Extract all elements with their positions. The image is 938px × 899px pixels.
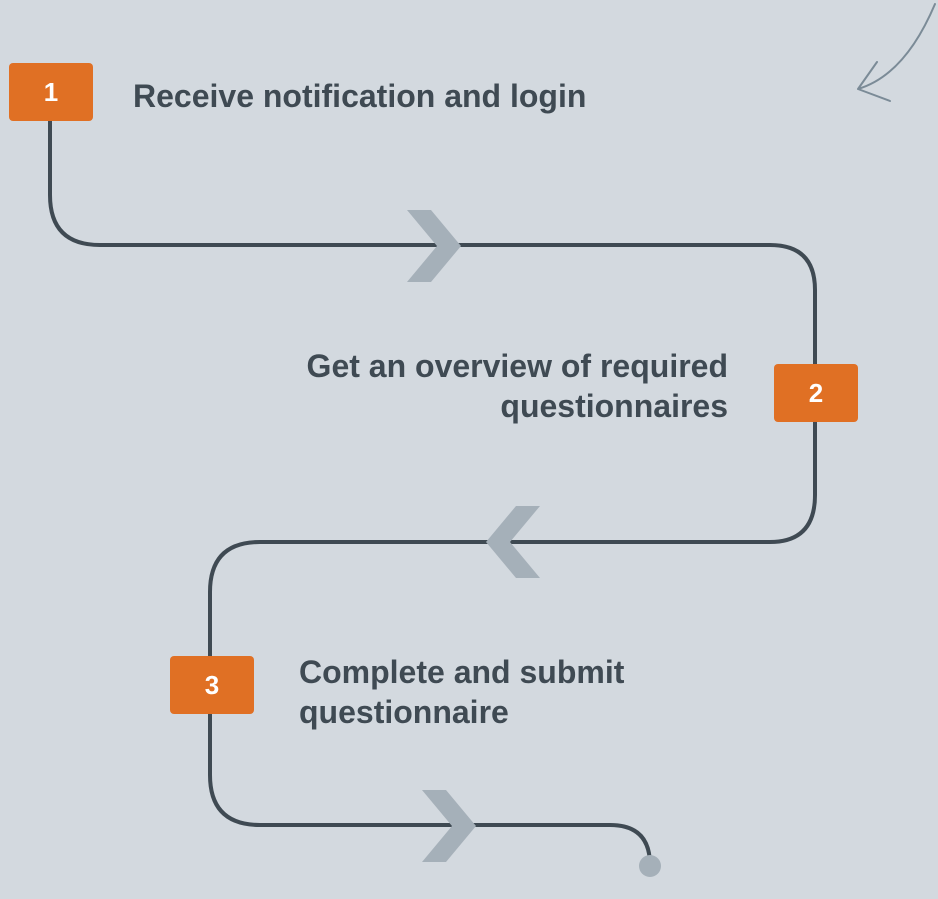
flow-connector-graphic (48, 3, 936, 877)
step-2-badge: 2 (774, 364, 858, 422)
step-3-badge: 3 (170, 656, 254, 714)
step-2-text: Get an overview of required questionnair… (306, 348, 728, 424)
step-3-number: 3 (204, 669, 220, 700)
step-3-text: Complete and submit questionnaire (299, 654, 625, 730)
step-1-text: Receive notification and login (133, 78, 587, 114)
step-1-badge: 1 (9, 63, 93, 121)
process-flow-diagram: 1 Receive notification and login 2 Get a… (0, 0, 938, 899)
flow-end-dot (639, 855, 661, 877)
step-1-number: 1 (43, 76, 59, 107)
step-2-number: 2 (808, 377, 824, 408)
sketch-arrow-icon (857, 3, 936, 102)
